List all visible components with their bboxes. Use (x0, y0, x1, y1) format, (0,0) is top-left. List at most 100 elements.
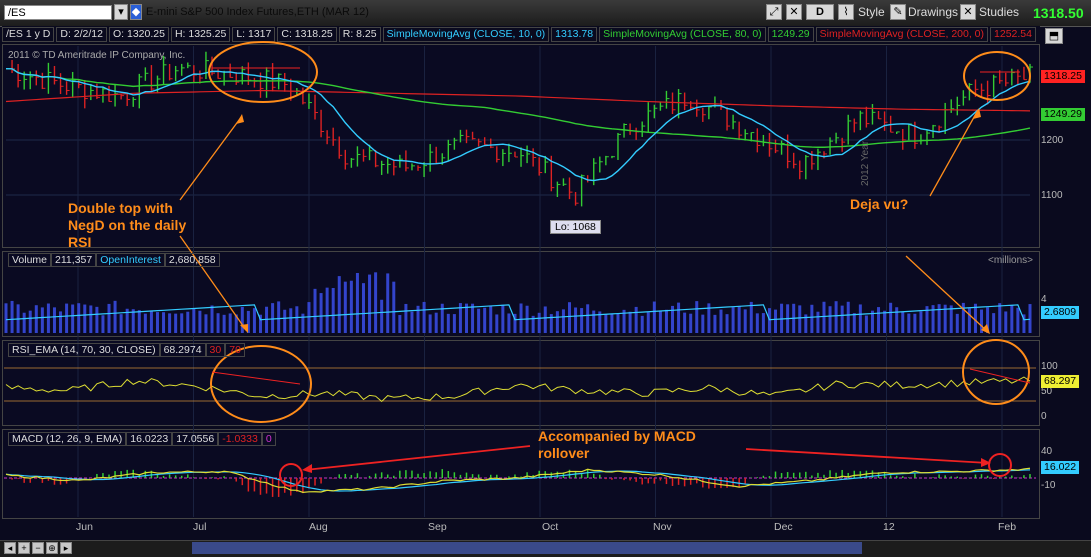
ohlc-bar (538, 157, 543, 176)
ohlc-bar (393, 159, 397, 176)
zoom-fit-icon[interactable]: ⊕ (46, 542, 58, 554)
volume-bar (52, 307, 56, 333)
volume-bar (368, 274, 372, 333)
volume-bar (155, 312, 159, 333)
volume-bar (604, 314, 608, 333)
sma200-line (5, 89, 1031, 112)
volume-bar (913, 313, 917, 333)
volume-header: Volume 211,357 OpenInterest 2,680,858 (8, 253, 220, 267)
zoom-in-icon[interactable]: + (18, 542, 30, 554)
volume-bar (767, 308, 771, 333)
ohlc-bar (980, 83, 985, 98)
volume-bar (40, 307, 44, 333)
arrow-macd-left (304, 445, 531, 471)
volume-bar (34, 305, 38, 333)
ohlc-bar (496, 146, 500, 163)
tick-1200: 1200 (1041, 135, 1064, 146)
volume-bar (537, 312, 541, 333)
volume-bar (131, 309, 135, 333)
ohlc-bar (799, 160, 803, 180)
scroll-left-icon[interactable]: ◂ (4, 542, 16, 554)
ohlc-bar (574, 191, 579, 206)
volume-bar (580, 308, 584, 333)
volume-bar (295, 306, 299, 333)
macd-avg-value: 17.0556 (172, 432, 219, 446)
volume-bar (204, 314, 208, 333)
tick-rsi-100: 100 (1041, 361, 1058, 372)
open-interest-label[interactable]: OpenInterest (96, 253, 165, 267)
ohlc-bar (962, 90, 967, 106)
ohlc-bar (665, 90, 670, 109)
volume-bar (143, 313, 147, 333)
volume-bar (640, 315, 644, 333)
volume-bar (592, 310, 596, 333)
ohlc-bar (181, 63, 185, 76)
volume-bars (4, 272, 1032, 333)
volume-bar (973, 303, 977, 333)
volume-bar (440, 303, 444, 333)
volume-bar (998, 303, 1002, 333)
volume-bar (289, 308, 293, 333)
volume-bar (46, 303, 50, 333)
ohlc-bar (29, 71, 34, 90)
ohlc-bar (1011, 68, 1015, 86)
ohlc-bar (471, 131, 476, 140)
ohlc-bar (362, 149, 367, 162)
ohlc-bar (65, 81, 70, 95)
ohlc-bar (859, 110, 864, 131)
ohlc-bar (308, 93, 312, 109)
volume-bar (658, 310, 662, 333)
ohlc-bar (902, 129, 906, 150)
volume-bar (501, 304, 505, 333)
ohlc-bar (926, 130, 930, 146)
ohlc-bar (326, 130, 331, 145)
volume-bar (77, 303, 81, 333)
ohlc-bar (17, 63, 22, 88)
ohlc-bar (41, 72, 46, 90)
ohlc-bar (611, 155, 615, 159)
volume-bar (392, 281, 396, 333)
volume-bar (361, 283, 365, 333)
macd-line (5, 467, 1031, 493)
ohlc-bar (738, 121, 743, 141)
volume-bar (374, 272, 378, 333)
rsi-circle-left (210, 345, 312, 423)
volume-bar (10, 300, 14, 333)
volume-bar (828, 306, 832, 333)
volume-units: <millions> (988, 255, 1034, 266)
arrow-dt-up-head (236, 114, 244, 124)
scrollbar-thumb[interactable] (192, 542, 862, 554)
rsi-label[interactable]: RSI_EMA (14, 70, 30, CLOSE) (8, 343, 160, 357)
volume-bar (864, 315, 868, 333)
volume-bar (1016, 307, 1020, 333)
ohlc-bar (871, 104, 876, 125)
volume-bar (398, 315, 402, 333)
volume-bar (634, 306, 638, 333)
month-label: Nov (653, 521, 672, 533)
volume-bar (543, 306, 547, 333)
volume-bar (743, 309, 747, 333)
volume-bar (852, 313, 856, 333)
deja-vu-annotation: Deja vu? (850, 196, 909, 212)
volume-label[interactable]: Volume (8, 253, 52, 267)
ohlc-bar (35, 70, 40, 86)
month-label: Aug (309, 521, 328, 533)
ohlc-bar (647, 102, 652, 133)
ohlc-bar (586, 175, 591, 183)
ohlc-bar (502, 149, 506, 167)
volume-bar (252, 308, 256, 333)
ohlc-bar (877, 111, 882, 120)
open-interest-line (5, 304, 1031, 321)
macd-zero-value: 0 (261, 432, 276, 446)
arrow-dt-up (179, 115, 243, 201)
volume-bar (149, 310, 153, 333)
macd-label[interactable]: MACD (12, 26, 9, EMA) (8, 432, 127, 446)
zoom-out-icon[interactable]: − (32, 542, 44, 554)
ohlc-bar (908, 123, 912, 141)
ohlc-bar (387, 156, 391, 174)
volume-bar (810, 304, 814, 333)
ohlc-bar (314, 94, 319, 120)
volume-bar (1004, 311, 1008, 333)
scroll-right-icon[interactable]: ▸ (60, 542, 72, 554)
volume-bar (22, 312, 26, 333)
